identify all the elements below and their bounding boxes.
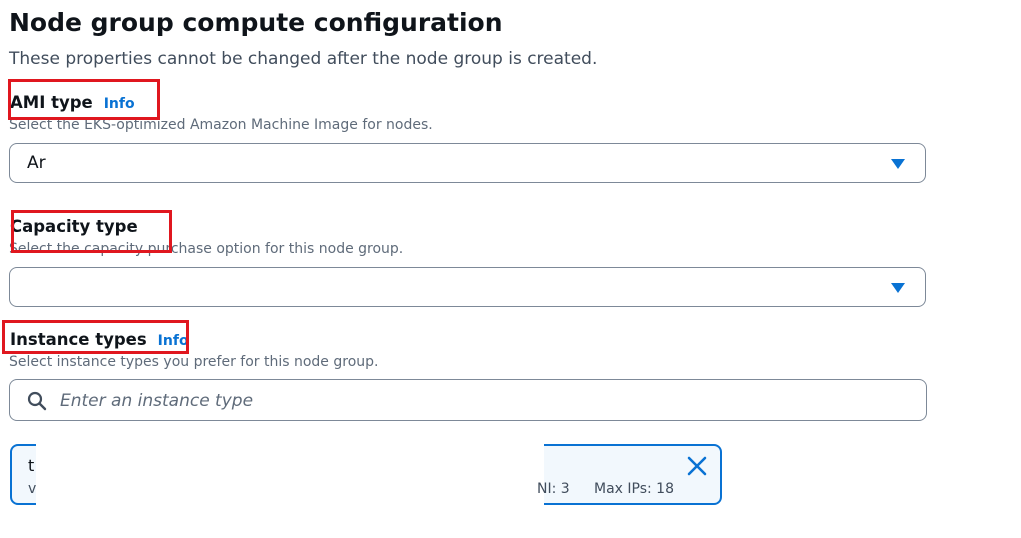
ami-type-select[interactable]: Ar <box>9 143 926 183</box>
section-title: Node group compute configuration <box>9 8 503 37</box>
ami-type-label: AMI type <box>10 93 93 112</box>
capacity-type-description: Select the capacity purchase option for … <box>9 241 404 257</box>
capacity-type-select[interactable] <box>9 267 926 307</box>
instance-types-info-link[interactable]: Info <box>158 333 189 349</box>
caret-down-icon <box>891 159 905 169</box>
instance-type-search[interactable] <box>9 379 927 421</box>
ami-type-selected-value: Ar <box>27 153 46 173</box>
token-enis: NI: 3 <box>537 481 570 497</box>
ami-type-label-row: AMI type Info <box>10 93 135 112</box>
instance-types-label-row: Instance types Info <box>10 330 189 349</box>
section-subtitle: These properties cannot be changed after… <box>9 49 598 69</box>
close-icon[interactable] <box>686 455 708 477</box>
ami-type-info-link[interactable]: Info <box>104 96 135 112</box>
redaction-overlay <box>36 443 544 507</box>
caret-down-icon <box>891 283 905 293</box>
token-name: t <box>28 456 35 475</box>
search-icon <box>27 391 47 411</box>
instance-type-search-input[interactable] <box>58 386 902 416</box>
ami-type-description: Select the EKS-optimized Amazon Machine … <box>9 117 433 133</box>
capacity-type-label: Capacity type <box>10 217 138 236</box>
instance-types-label: Instance types <box>10 330 147 349</box>
selected-instance-token: t v NI: 3 Max IPs: 18 <box>10 443 722 507</box>
instance-types-description: Select instance types you prefer for thi… <box>9 354 379 370</box>
token-max-ips: Max IPs: 18 <box>594 481 674 497</box>
